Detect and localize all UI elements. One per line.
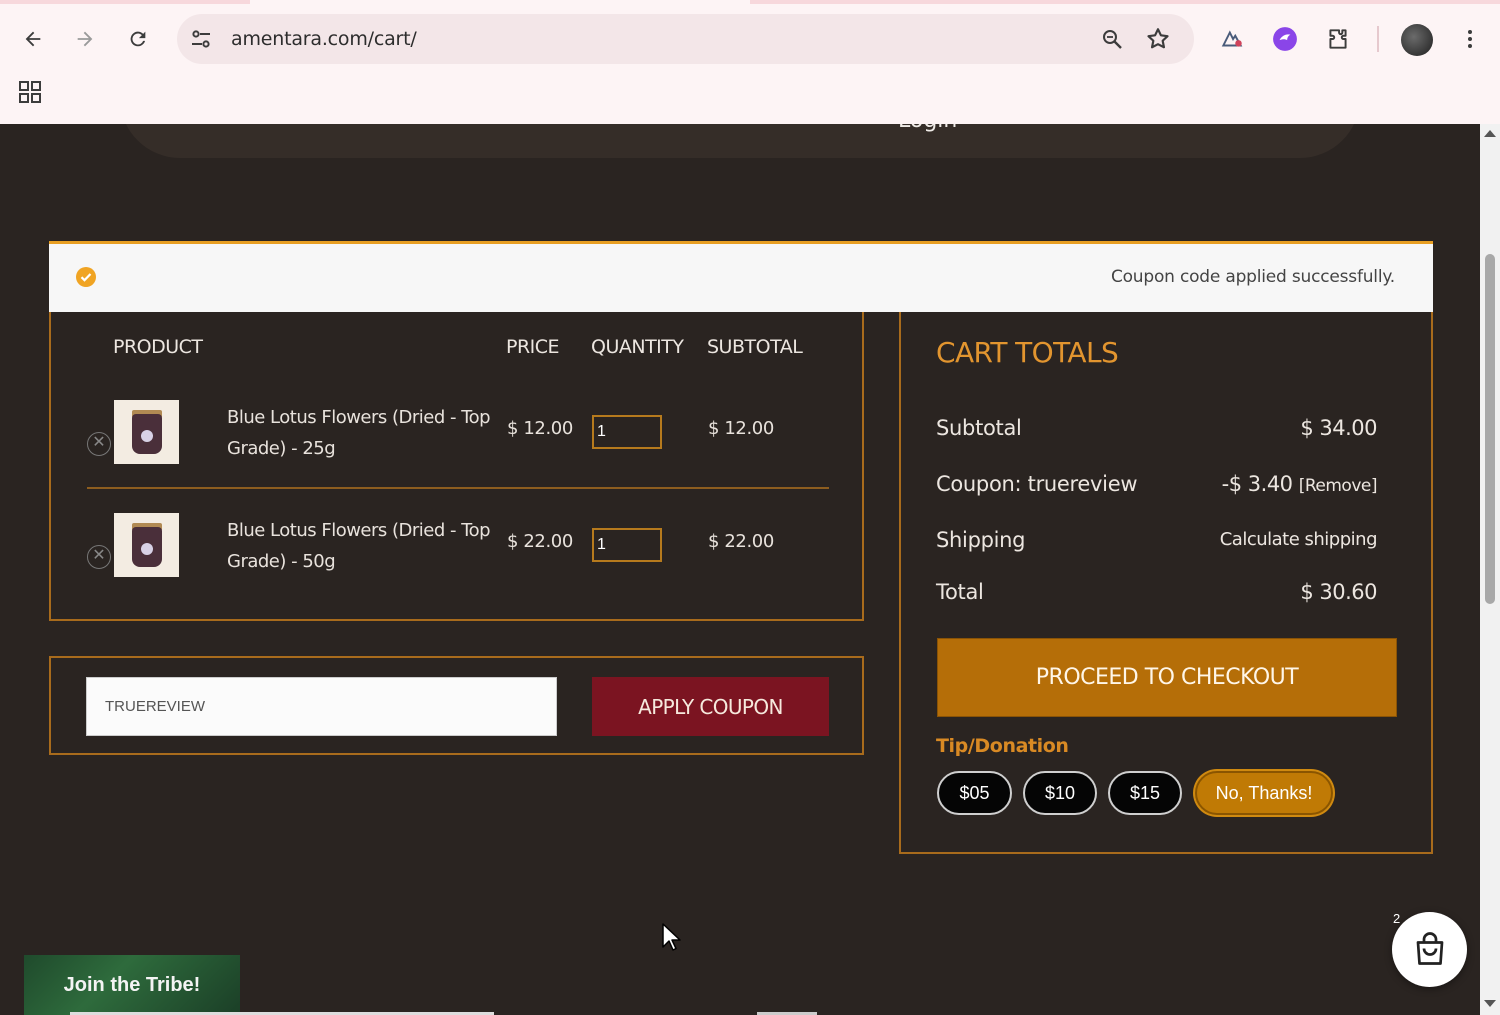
apply-coupon-button[interactable]: APPLY COUPON [592,677,829,736]
scroll-down-arrow-icon[interactable] [1484,1000,1496,1007]
product-name-link[interactable]: Blue Lotus Flowers (Dried - Top Grade) -… [227,515,497,577]
active-tab[interactable] [250,0,750,4]
cart-count-badge: 2 [1393,911,1401,926]
success-notice: Coupon code applied successfully. [49,241,1433,312]
item-price: $ 12.00 [507,418,573,439]
reload-icon[interactable] [121,22,155,56]
coupon-form: APPLY COUPON [49,656,864,755]
product-name-link[interactable]: Blue Lotus Flowers (Dried - Top Grade) -… [227,402,497,464]
quantity-input[interactable] [592,415,662,449]
cart-row: ✕ Blue Lotus Flowers (Dried - Top Grade)… [51,388,862,488]
scroll-thumb[interactable] [1485,254,1495,604]
total-label: Total [936,580,984,604]
mouse-cursor-icon [662,923,681,951]
product-thumbnail[interactable] [114,513,179,577]
site-header [120,124,1360,158]
browser-toolbar: amentara.com/cart/ [0,0,1500,124]
coupon-label: Coupon: truereview [936,472,1138,496]
calculate-shipping-link[interactable]: Calculate shipping [1220,529,1378,550]
cart-totals-title: CART TOTALS [936,336,1119,369]
coupon-discount: -$ 3.40 [Remove] [1221,472,1378,496]
profile-avatar[interactable] [1401,24,1433,56]
coupon-code-input[interactable] [86,677,557,736]
forward-arrow-icon[interactable] [68,22,102,56]
more-vert-icon[interactable] [1455,24,1485,54]
page-scrollbar[interactable] [1480,124,1500,1015]
shopping-bag-icon [1416,931,1443,965]
extension-icon[interactable] [1217,24,1247,54]
site-settings-icon[interactable] [189,27,213,51]
bookmark-star-icon[interactable] [1145,26,1171,52]
tip-donation-title: Tip/Donation [936,735,1069,757]
cart-table: PRODUCT PRICE QUANTITY SUBTOTAL ✕ Blue L… [49,312,864,621]
product-thumbnail[interactable] [114,400,179,464]
tip-option-15[interactable]: $15 [1108,771,1182,815]
item-price: $ 22.00 [507,531,573,552]
url-text[interactable]: amentara.com/cart/ [231,28,417,50]
tab-strip [0,0,1500,4]
column-header-product: PRODUCT [113,336,203,358]
zoom-icon[interactable] [1100,27,1124,51]
row-divider [87,487,829,489]
column-header-quantity: QUANTITY [591,336,684,358]
coupon-discount-value: -$ 3.40 [1221,472,1293,496]
back-arrow-icon[interactable] [16,22,50,56]
quantity-input[interactable] [592,528,662,562]
puzzle-icon[interactable] [1323,24,1353,54]
toolbar-separator [1377,26,1379,52]
scroll-up-arrow-icon[interactable] [1484,130,1496,137]
tip-option-10[interactable]: $10 [1023,771,1097,815]
extension-icon[interactable] [1270,24,1300,54]
floating-cart-button[interactable] [1392,912,1467,987]
join-tribe-button[interactable]: Join the Tribe! [24,955,240,1015]
proceed-to-checkout-button[interactable]: PROCEED TO CHECKOUT [937,638,1397,717]
cart-totals: CART TOTALS Subtotal $ 34.00 Coupon: tru… [899,312,1433,854]
subtotal-label: Subtotal [936,416,1022,440]
subtotal-value: $ 34.00 [1300,416,1377,440]
check-circle-icon [76,267,96,287]
item-subtotal: $ 22.00 [708,531,774,552]
login-link[interactable]: Login [898,124,957,133]
cart-row: ✕ Blue Lotus Flowers (Dried - Top Grade)… [51,501,862,601]
tip-option-no-thanks[interactable]: No, Thanks! [1195,771,1333,815]
remove-coupon-link[interactable]: [Remove] [1299,476,1378,496]
item-subtotal: $ 12.00 [708,418,774,439]
remove-item-icon[interactable]: ✕ [87,545,111,569]
column-header-price: PRICE [506,336,560,358]
cart-page: Login Coupon code applied successfully. … [0,124,1480,1015]
apps-grid-icon[interactable] [18,80,42,104]
notice-message: Coupon code applied successfully. [1110,267,1395,287]
total-value: $ 30.60 [1300,580,1377,604]
column-header-subtotal: SUBTOTAL [707,336,803,358]
shipping-label: Shipping [936,528,1026,552]
tip-option-5[interactable]: $05 [937,771,1012,815]
remove-item-icon[interactable]: ✕ [87,432,111,456]
address-bar[interactable]: amentara.com/cart/ [177,14,1194,64]
